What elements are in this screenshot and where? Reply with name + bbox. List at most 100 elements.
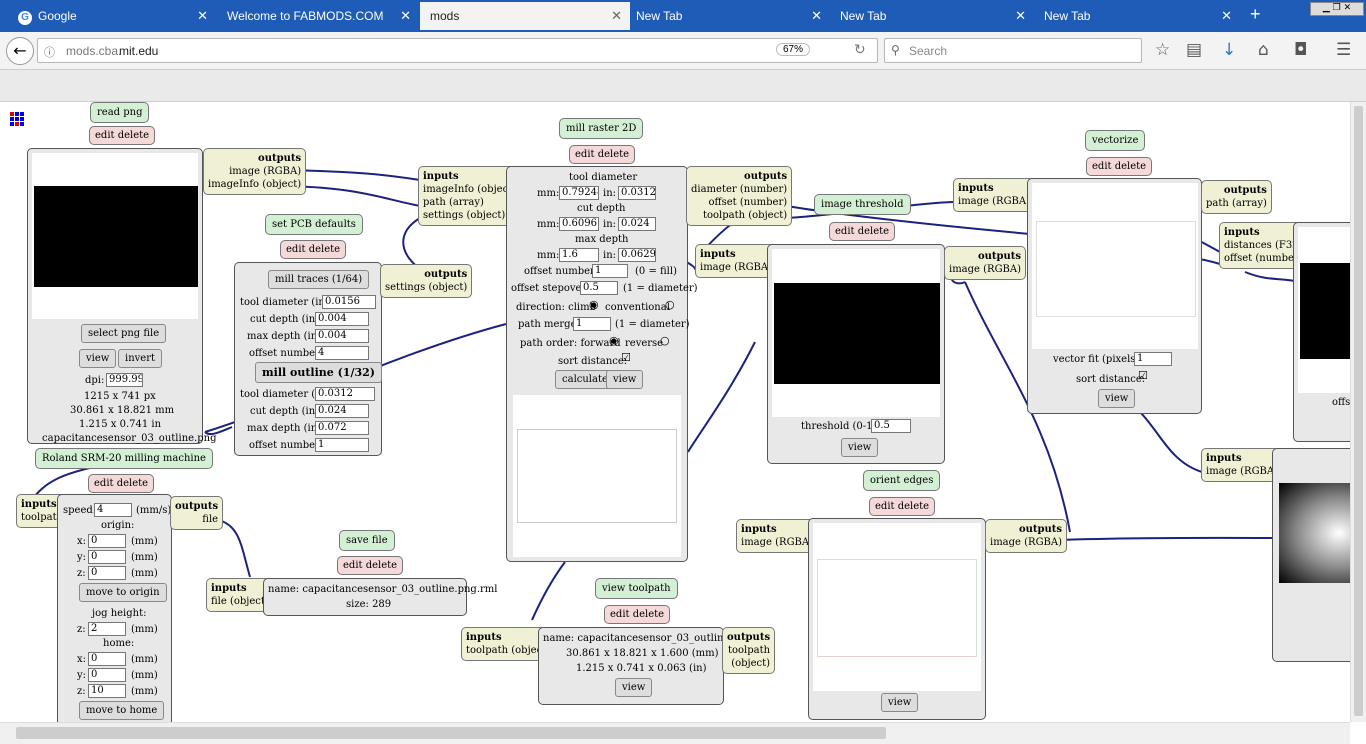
output-imageinfo[interactable]: imageInfo (object) [208, 178, 301, 191]
orient-edges-title[interactable]: orient edges [863, 470, 941, 491]
home-icon[interactable]: ⌂ [1258, 40, 1269, 60]
orient-inputs[interactable]: inputs image (RGBA) [736, 519, 819, 553]
download-icon[interactable]: ↓ [1222, 40, 1236, 60]
cut-depth-in-input[interactable]: 0.024 [618, 217, 656, 231]
conventional-radio[interactable]: ○ [665, 298, 675, 311]
view-toolpath-title[interactable]: view toolpath [595, 578, 678, 599]
bookmark-star-icon[interactable]: ☆ [1155, 40, 1170, 60]
home-z-input[interactable]: 10 [88, 684, 126, 698]
view-button[interactable]: view [1098, 389, 1136, 408]
input-imageinfo[interactable]: imageInfo (object) [423, 183, 516, 196]
tab-new-1[interactable]: New Tab ✕ [626, 2, 830, 30]
threshold-edit-delete[interactable]: edit delete [829, 222, 896, 241]
mill-outline-button[interactable]: mill outline (1/32) [255, 362, 382, 383]
output-settings[interactable]: settings (object) [385, 281, 467, 294]
climb-radio[interactable]: ◉ [589, 298, 599, 311]
input-settings[interactable]: settings (object) [423, 209, 516, 222]
zoom-badge[interactable]: 67% [776, 43, 811, 56]
view-toolpath-outputs[interactable]: outputs toolpath (object) [722, 627, 776, 674]
menu-icon[interactable]: ☰ [1336, 40, 1351, 60]
mods-menu-icon[interactable] [10, 112, 24, 126]
output-offset[interactable]: offset (number) [691, 196, 787, 209]
reverse-radio[interactable]: ○ [660, 334, 670, 347]
tool-diameter-mm-input[interactable]: 0.79248 [559, 186, 599, 200]
vector-fit-input[interactable]: 1 [1134, 352, 1172, 366]
input-offset[interactable]: offset (number) [1224, 252, 1303, 265]
input-image[interactable]: image (RGBA) [741, 536, 813, 549]
speed-input[interactable]: 4 [94, 503, 132, 517]
close-icon[interactable]: ✕ [1221, 8, 1232, 24]
tab-new-2[interactable]: New Tab ✕ [830, 2, 1034, 30]
output-image[interactable]: image (RGBA) [990, 536, 1062, 549]
threshold-inputs[interactable]: inputs image (RGBA) [695, 244, 778, 278]
tab-google[interactable]: G Google ✕ [8, 2, 216, 30]
output-path[interactable]: path (array) [1206, 197, 1267, 210]
pcb-defaults-title[interactable]: set PCB defaults [265, 214, 363, 235]
input-image[interactable]: image (RGBA) [1206, 465, 1278, 478]
input-distances[interactable]: distances (F32) [1224, 239, 1303, 252]
offset-stepover-input[interactable]: 0.5 [580, 281, 618, 295]
input-file[interactable]: file (object) [211, 595, 269, 608]
offset-number-input[interactable]: 1 [592, 264, 628, 278]
tool-diameter-input-2[interactable]: 0.0312 [315, 387, 375, 401]
output-toolpath[interactable]: toolpath [727, 644, 770, 657]
vectorize-image-outputs[interactable]: outputs image (RGBA) [944, 246, 1027, 280]
home-y-input[interactable]: 0 [88, 668, 126, 682]
origin-y-input[interactable]: 0 [88, 550, 126, 564]
view-toolpath-edit-delete[interactable]: edit delete [604, 605, 671, 624]
info-icon[interactable]: ⓘ [44, 44, 55, 60]
vectorize-title[interactable]: vectorize [1085, 130, 1146, 151]
offset-number-input[interactable]: 4 [315, 346, 369, 360]
sort-distance-checkbox[interactable]: ☑ [621, 351, 631, 364]
output-file[interactable]: file [175, 513, 218, 526]
read-png-title[interactable]: read png [90, 102, 150, 123]
vectorize-edit-delete[interactable]: edit delete [1086, 157, 1153, 176]
window-controls[interactable]: ▁ ❐ ✕ [1310, 2, 1364, 16]
orient-outputs[interactable]: outputs image (RGBA) [985, 519, 1068, 553]
roland-title[interactable]: Roland SRM-20 milling machine [35, 448, 213, 469]
forward-radio[interactable]: ◉ [609, 334, 619, 347]
input-image[interactable]: image (RGBA) [958, 195, 1030, 208]
view-button[interactable]: view [606, 370, 644, 389]
pocket-icon[interactable]: ◘ [1294, 40, 1307, 60]
tool-diameter-in-input[interactable]: 0.0312 [618, 186, 656, 200]
max-depth-mm-input[interactable]: 1.6 [559, 248, 599, 262]
save-file-title[interactable]: save file [339, 530, 395, 551]
mill-outputs[interactable]: outputs diameter (number) offset (number… [686, 166, 793, 226]
tool-diameter-input[interactable]: 0.0156 [322, 295, 376, 309]
mill-traces-button[interactable]: mill traces (1/64) [268, 270, 370, 289]
mods-canvas[interactable]: read png edit delete select png file vie… [0, 102, 1350, 722]
tab-new-3[interactable]: New Tab ✕ [1034, 2, 1240, 30]
input-image[interactable]: image (RGBA) [700, 261, 772, 274]
reload-icon[interactable]: ↻ [854, 42, 866, 58]
read-png-outputs[interactable]: outputs image (RGBA) imageInfo (object) [203, 148, 307, 195]
cut-depth-mm-input[interactable]: 0.6096 [559, 217, 599, 231]
cut-depth-input[interactable]: 0.004 [315, 312, 369, 326]
tab-mods[interactable]: mods ✕ [420, 2, 630, 30]
offset-number-input-2[interactable]: 1 [315, 438, 369, 452]
search-bar[interactable]: ⚲ Search [884, 38, 1142, 63]
edt-inputs[interactable]: inputs image (RGBA) [1201, 448, 1284, 482]
output-toolpath[interactable]: toolpath (object) [691, 209, 787, 222]
move-to-home-button[interactable]: move to home [79, 701, 165, 720]
output-diameter[interactable]: diameter (number) [691, 183, 787, 196]
vectorize-outputs[interactable]: outputs path (array) [1201, 180, 1272, 214]
home-x-input[interactable]: 0 [88, 652, 126, 666]
max-depth-in-input[interactable]: 0.062992 [618, 248, 656, 262]
close-icon[interactable]: ✕ [197, 8, 208, 24]
horizontal-scrollbar[interactable] [0, 722, 1350, 744]
output-image[interactable]: image (RGBA) [208, 165, 301, 178]
move-to-origin-button[interactable]: move to origin [79, 583, 167, 602]
read-png-edit-delete[interactable]: edit delete [89, 126, 156, 145]
input-path[interactable]: path (array) [423, 196, 516, 209]
max-depth-input[interactable]: 0.004 [315, 329, 369, 343]
roland-outputs[interactable]: outputs file [170, 496, 224, 530]
sort-distance-checkbox[interactable]: ☑ [1138, 369, 1148, 382]
orient-edit-delete[interactable]: edit delete [869, 497, 936, 516]
invert-button[interactable]: invert [118, 349, 163, 368]
url-bar[interactable]: ⓘ mods.cba. mit.edu 67% ↻ [37, 38, 878, 63]
mill-edit-delete[interactable]: edit delete [569, 145, 636, 164]
pcb-edit-delete[interactable]: edit delete [280, 240, 347, 259]
view-button[interactable]: view [841, 438, 879, 457]
select-png-button[interactable]: select png file [81, 324, 167, 343]
